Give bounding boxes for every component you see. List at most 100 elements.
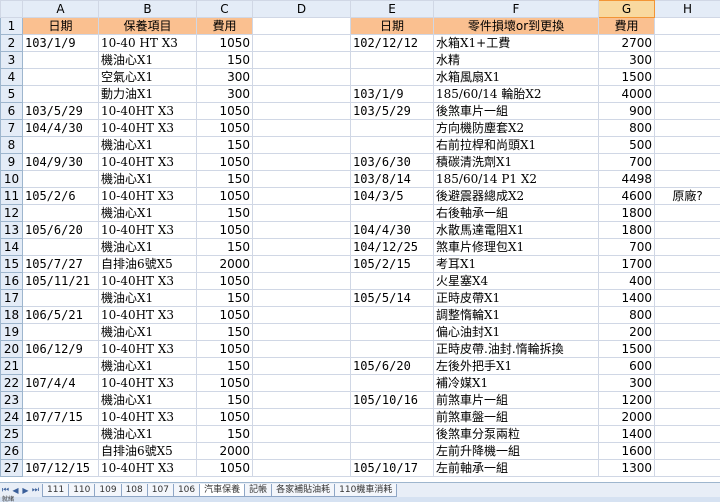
cell-e[interactable]: 104/12/25 (351, 239, 434, 256)
cell-a[interactable]: 105/2/6 (23, 188, 99, 205)
cell-d[interactable] (253, 409, 351, 426)
cell-c[interactable]: 300 (197, 86, 253, 103)
cell-g[interactable]: 1800 (599, 205, 655, 222)
column-header-h[interactable]: H (655, 1, 720, 18)
sheet-tab[interactable]: 各家補貼油耗 (271, 484, 335, 497)
cell-g[interactable]: 4000 (599, 86, 655, 103)
row-header[interactable]: 26 (1, 443, 23, 460)
sheet-tab[interactable]: 107 (147, 484, 174, 497)
cell-b[interactable]: 機油心X1 (99, 239, 197, 256)
sheet-tab[interactable]: 109 (94, 484, 121, 497)
cell-c[interactable]: 1050 (197, 35, 253, 52)
row-header[interactable]: 8 (1, 137, 23, 154)
cell-g[interactable]: 4498 (599, 171, 655, 188)
cell-c[interactable]: 1050 (197, 188, 253, 205)
cell-c[interactable]: 300 (197, 69, 253, 86)
row-header[interactable]: 4 (1, 69, 23, 86)
cell-h[interactable] (655, 392, 720, 409)
cell-h[interactable] (655, 137, 720, 154)
cell-c[interactable]: 1050 (197, 103, 253, 120)
cell-a[interactable]: 106/12/9 (23, 341, 99, 358)
cell-g[interactable]: 500 (599, 137, 655, 154)
cell-h[interactable] (655, 426, 720, 443)
cell-f[interactable]: 水箱風扇X1 (434, 69, 599, 86)
column-header-g[interactable]: G (599, 1, 655, 18)
cell-h[interactable] (655, 256, 720, 273)
cell-h[interactable] (655, 341, 720, 358)
cell-d[interactable] (253, 460, 351, 477)
row-header[interactable]: 17 (1, 290, 23, 307)
cell-c[interactable]: 150 (197, 324, 253, 341)
cell-f[interactable]: 前煞車片一組 (434, 392, 599, 409)
cell-e[interactable] (351, 324, 434, 341)
row-header[interactable]: 20 (1, 341, 23, 358)
header-cell-f[interactable]: 零件損壞or到更換 (434, 18, 599, 35)
cell-h[interactable] (655, 290, 720, 307)
cell-f[interactable]: 左前升降機一組 (434, 443, 599, 460)
sheet-tab[interactable]: 108 (121, 484, 148, 497)
row-header[interactable]: 9 (1, 154, 23, 171)
cell-h[interactable] (655, 239, 720, 256)
cell-c[interactable]: 1050 (197, 222, 253, 239)
row-header[interactable]: 2 (1, 35, 23, 52)
cell-h[interactable] (655, 409, 720, 426)
cell-h[interactable] (655, 307, 720, 324)
sheet-tab[interactable]: 106 (173, 484, 200, 497)
cell-e[interactable]: 103/8/14 (351, 171, 434, 188)
cell-e[interactable] (351, 137, 434, 154)
cell-e[interactable]: 103/5/29 (351, 103, 434, 120)
cell-a[interactable] (23, 239, 99, 256)
cell-f[interactable]: 185/60/14 輪胎X2 (434, 86, 599, 103)
cell-d[interactable] (253, 35, 351, 52)
cell-b[interactable]: 10-40HT X3 (99, 273, 197, 290)
row-header[interactable]: 24 (1, 409, 23, 426)
header-cell-d[interactable] (253, 18, 351, 35)
row-header[interactable]: 25 (1, 426, 23, 443)
cell-b[interactable]: 動力油X1 (99, 86, 197, 103)
cell-d[interactable] (253, 290, 351, 307)
cell-d[interactable] (253, 273, 351, 290)
cell-c[interactable]: 150 (197, 290, 253, 307)
cell-b[interactable]: 10-40HT X3 (99, 222, 197, 239)
cell-f[interactable]: 左前軸承一組 (434, 460, 599, 477)
cell-h[interactable] (655, 120, 720, 137)
sheet-tab[interactable]: 110 (68, 484, 95, 497)
cell-e[interactable] (351, 120, 434, 137)
cell-c[interactable]: 150 (197, 392, 253, 409)
cell-e[interactable] (351, 307, 434, 324)
cell-a[interactable] (23, 69, 99, 86)
cell-a[interactable]: 107/7/15 (23, 409, 99, 426)
cell-c[interactable]: 2000 (197, 443, 253, 460)
cell-a[interactable] (23, 86, 99, 103)
cell-b[interactable]: 機油心X1 (99, 52, 197, 69)
row-header[interactable]: 22 (1, 375, 23, 392)
header-cell-h[interactable] (655, 18, 720, 35)
cell-f[interactable]: 後煞車片一組 (434, 103, 599, 120)
cell-b[interactable]: 10-40HT X3 (99, 120, 197, 137)
cell-d[interactable] (253, 137, 351, 154)
cell-a[interactable]: 105/11/21 (23, 273, 99, 290)
cell-b[interactable]: 機油心X1 (99, 392, 197, 409)
cell-a[interactable]: 106/5/21 (23, 307, 99, 324)
cell-b[interactable]: 機油心X1 (99, 205, 197, 222)
cell-a[interactable] (23, 324, 99, 341)
cell-a[interactable]: 107/12/15 (23, 460, 99, 477)
row-header[interactable]: 14 (1, 239, 23, 256)
cell-f[interactable]: 偏心油封X1 (434, 324, 599, 341)
cell-g[interactable]: 1500 (599, 341, 655, 358)
row-header[interactable]: 13 (1, 222, 23, 239)
cell-e[interactable]: 105/10/17 (351, 460, 434, 477)
cell-a[interactable] (23, 171, 99, 188)
cell-f[interactable]: 前煞車盤一組 (434, 409, 599, 426)
cell-d[interactable] (253, 222, 351, 239)
cell-h[interactable] (655, 52, 720, 69)
sheet-tab[interactable]: 110機車消耗 (334, 484, 397, 497)
row-header[interactable]: 7 (1, 120, 23, 137)
cell-a[interactable] (23, 392, 99, 409)
next-sheet-icon[interactable]: ▶ (21, 485, 30, 496)
cell-c[interactable]: 150 (197, 137, 253, 154)
cell-g[interactable]: 800 (599, 307, 655, 324)
cell-a[interactable] (23, 443, 99, 460)
column-header-d[interactable]: D (253, 1, 351, 18)
cell-d[interactable] (253, 86, 351, 103)
